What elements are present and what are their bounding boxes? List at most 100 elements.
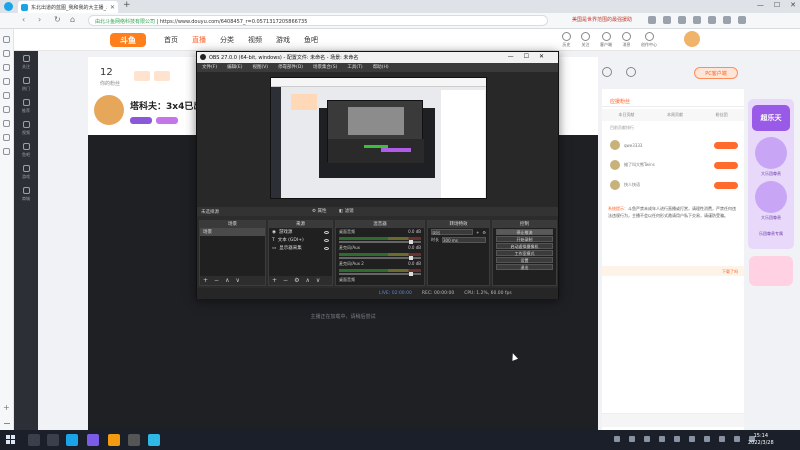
source-item[interactable]: ▭ 显示器采集	[269, 244, 332, 252]
promo-item[interactable]	[755, 181, 787, 213]
control-button[interactable]: 工作室模式	[496, 250, 553, 256]
collapse-icon[interactable]	[4, 423, 10, 424]
chat-input[interactable]	[602, 413, 744, 427]
volume-slider[interactable]	[339, 272, 421, 276]
fan-row[interactable]: 快人快语	[610, 177, 738, 193]
document-icon[interactable]	[3, 78, 10, 85]
move-up-icon[interactable]: ∧	[225, 277, 229, 284]
pc-client-button[interactable]: PC客户端	[694, 67, 738, 79]
recommend-note[interactable]: 美国是世界范围的最强援助	[572, 16, 632, 23]
menu-icon[interactable]	[738, 16, 746, 24]
tray-icon[interactable]	[659, 436, 665, 442]
search-taskbar-icon[interactable]	[28, 434, 40, 446]
tray-icon[interactable]	[674, 436, 680, 442]
search-icon[interactable]	[3, 64, 10, 71]
sidebar-item[interactable]: 关注	[14, 51, 38, 73]
promo-banner[interactable]: 超乐天 大乐团尊贵 大乐团尊贵 乐团尊贵专属	[748, 99, 794, 249]
obs-menu-item[interactable]: 场景集合(S)	[313, 64, 337, 71]
move-down-icon[interactable]: ∨	[316, 277, 320, 284]
remove-icon[interactable]: −	[283, 277, 288, 284]
transition-select[interactable]: 淡出	[431, 229, 474, 235]
bookmark-icon[interactable]	[663, 16, 671, 24]
eye-icon[interactable]	[324, 246, 329, 250]
game-icon[interactable]	[3, 120, 10, 127]
scene-item[interactable]: 场景	[200, 228, 265, 236]
browser-taskbar-icon[interactable]	[66, 434, 78, 446]
sidebar-item[interactable]: 推荐	[14, 95, 38, 117]
fans-tab[interactable]: 本日贡献	[618, 112, 634, 118]
obs-menu-item[interactable]: 停靠部件(D)	[278, 64, 303, 71]
chat-icon[interactable]	[3, 106, 10, 113]
slider-handle[interactable]	[408, 256, 413, 260]
cart-icon[interactable]	[3, 134, 10, 141]
fans-tab[interactable]: 粉丝团	[716, 112, 728, 118]
browser-tab[interactable]: 东北出道的蓝图_我和我的大主播_斗 ✕	[18, 1, 118, 13]
slider-handle[interactable]	[408, 272, 413, 276]
slider-handle[interactable]	[408, 240, 413, 244]
task-view-icon[interactable]	[47, 434, 59, 446]
promo-item[interactable]	[755, 137, 787, 169]
share-icon[interactable]	[602, 67, 612, 77]
new-tab-icon[interactable]: +	[123, 0, 131, 10]
settings-icon[interactable]	[723, 16, 731, 24]
tab-close-icon[interactable]: ✕	[110, 4, 115, 11]
network-icon[interactable]	[704, 436, 710, 442]
tray-icon[interactable]	[644, 436, 650, 442]
reload-icon[interactable]: ↻	[54, 15, 61, 24]
sidebar-item[interactable]: 商城	[14, 183, 38, 205]
category-badge[interactable]	[156, 117, 178, 124]
top-nav-item[interactable]: 关注	[581, 32, 590, 48]
obs-menu-item[interactable]: 编辑(E)	[227, 64, 242, 71]
top-nav-item[interactable]: 创作中心	[641, 32, 657, 48]
obs-window-controls[interactable]: —☐✕	[508, 53, 554, 60]
tray-icon[interactable]	[629, 436, 635, 442]
volume-slider[interactable]	[339, 256, 421, 260]
add-icon[interactable]: +	[272, 277, 277, 284]
source-item[interactable]: T 文本 (GDI+)	[269, 236, 332, 244]
badge-icon[interactable]	[154, 71, 170, 81]
remove-icon[interactable]: −	[214, 277, 219, 284]
nav-item[interactable]: 鱼吧	[304, 35, 318, 45]
douyu-logo[interactable]: 斗鱼	[110, 33, 146, 47]
sidebar-item[interactable]: 游戏	[14, 161, 38, 183]
star-icon[interactable]	[3, 36, 10, 43]
obs-menu-item[interactable]: 工具(T)	[347, 64, 362, 71]
app-taskbar-icon[interactable]	[148, 434, 160, 446]
user-avatar[interactable]	[684, 31, 700, 47]
control-button[interactable]: 开始录制	[496, 236, 553, 242]
obs-taskbar-icon[interactable]	[128, 434, 140, 446]
obs-menu-item[interactable]: 视图(V)	[252, 64, 268, 71]
ime-icon[interactable]	[734, 436, 740, 442]
nav-item[interactable]: 游戏	[276, 35, 290, 45]
clock[interactable]: 15:14 2022/3/28	[748, 433, 774, 447]
tray-icon[interactable]	[614, 436, 620, 442]
add-icon[interactable]: +	[203, 277, 208, 284]
tray-icon[interactable]	[689, 436, 695, 442]
move-down-icon[interactable]: ∨	[235, 277, 239, 284]
obs-preview[interactable]	[197, 72, 558, 207]
eye-icon[interactable]	[324, 238, 329, 242]
game-taskbar-icon[interactable]	[87, 434, 99, 446]
rocket-promo[interactable]	[749, 256, 793, 286]
duration-input[interactable]: 300 ms	[442, 237, 486, 243]
filters-button[interactable]: ◧ 滤镜	[339, 208, 354, 214]
streamer-avatar[interactable]	[94, 95, 124, 125]
top-nav-item[interactable]: 消息	[622, 32, 631, 48]
gear-icon[interactable]: ⚙	[294, 277, 299, 284]
nav-item[interactable]: 分类	[220, 35, 234, 45]
source-item[interactable]: ◉ 游戏源	[269, 228, 332, 236]
nav-item[interactable]: 视频	[248, 35, 262, 45]
control-button[interactable]: 启动虚拟摄像机	[496, 243, 553, 249]
properties-button[interactable]: ⚙ 属性	[312, 208, 326, 214]
app-icon[interactable]	[3, 148, 10, 155]
add-sidebar-icon[interactable]: +	[3, 403, 10, 412]
home-icon[interactable]: ⌂	[70, 15, 75, 24]
fan-row[interactable]: 蜡了叫大熊Twins	[610, 157, 738, 173]
fan-row[interactable]: qwe3333	[610, 137, 738, 153]
close-window-icon[interactable]: ✕	[790, 1, 796, 9]
extension-icon[interactable]	[648, 16, 656, 24]
obs-menu-item[interactable]: 帮助(H)	[373, 64, 389, 71]
control-button[interactable]: 停止推流	[496, 229, 553, 235]
obs-menu-item[interactable]: 文件(F)	[202, 64, 217, 71]
url-input[interactable]: 由北斗鱼网络科技有限公司 | https://www.douyu.com/640…	[88, 15, 548, 26]
